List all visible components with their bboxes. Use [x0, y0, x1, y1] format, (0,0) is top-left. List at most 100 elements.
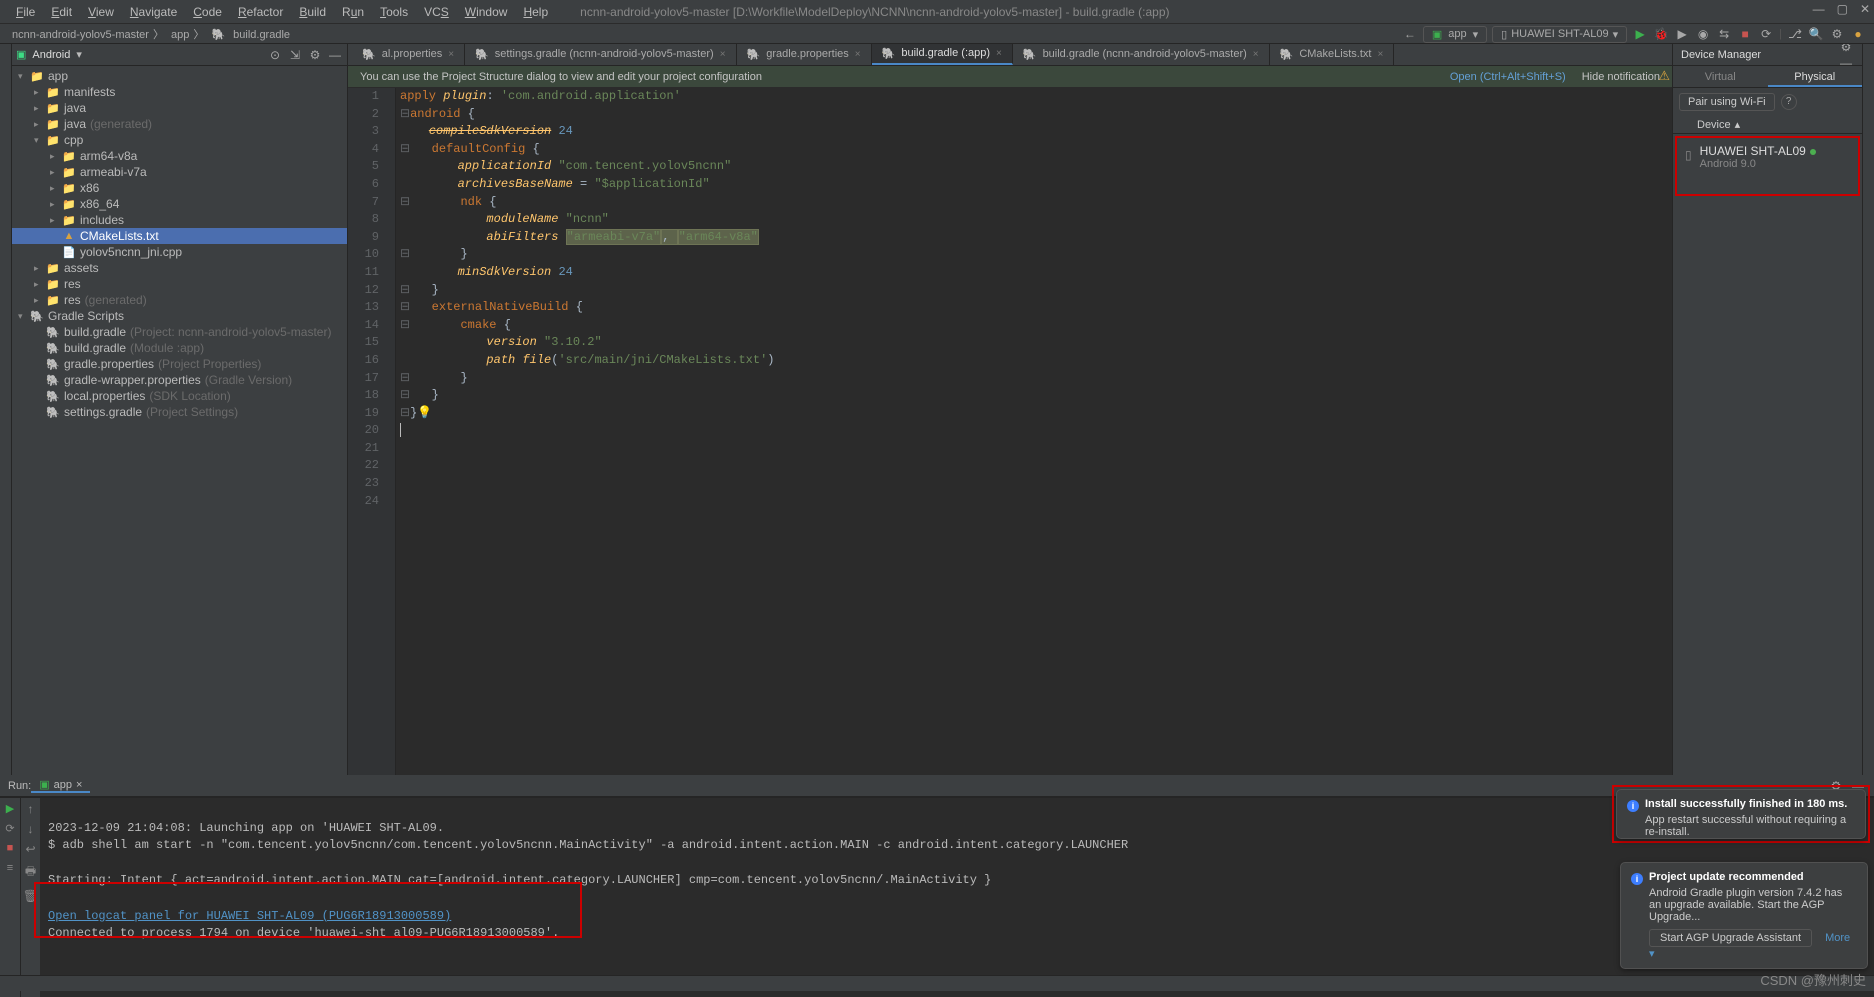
gear-icon[interactable]: ⚙: [307, 47, 323, 63]
hide-icon[interactable]: —: [327, 47, 343, 63]
menu-window[interactable]: Window: [457, 5, 516, 19]
rerun-icon[interactable]: ▶: [6, 802, 14, 816]
menu-build[interactable]: Build: [291, 5, 334, 19]
minimize-button[interactable]: —: [1813, 2, 1825, 16]
menu-run[interactable]: Run: [334, 5, 372, 19]
close-icon[interactable]: ×: [1377, 49, 1383, 60]
tree-row[interactable]: ▸📁java: [12, 100, 347, 116]
tree-row[interactable]: ▸📁armeabi-v7a: [12, 164, 347, 180]
restart-icon[interactable]: ⟳: [5, 822, 14, 836]
print-icon[interactable]: 🖶: [25, 862, 36, 883]
target-icon[interactable]: ⊙: [267, 47, 283, 63]
tree-row[interactable]: 🐘local.properties(SDK Location): [12, 388, 347, 404]
tree-row[interactable]: ▸📁arm64-v8a: [12, 148, 347, 164]
tree-row[interactable]: 🐘build.gradle(Module :app): [12, 340, 347, 356]
settings-icon[interactable]: ⚙: [1829, 26, 1845, 42]
tree-row[interactable]: ▾🐘Gradle Scripts: [12, 308, 347, 324]
search-icon[interactable]: 🔍: [1808, 26, 1824, 42]
device-entry[interactable]: ▯ HUAWEI SHT-AL09 Android 9.0: [1675, 136, 1860, 196]
debug-icon[interactable]: 🐞: [1653, 26, 1669, 42]
stop-icon[interactable]: ■: [1737, 26, 1753, 42]
tab-virtual[interactable]: Virtual: [1673, 66, 1768, 87]
infobar-open-link[interactable]: Open (Ctrl+Alt+Shift+S): [1450, 71, 1566, 83]
menu-code[interactable]: Code: [185, 5, 230, 19]
device-column-header[interactable]: Device: [1697, 119, 1731, 131]
down-icon[interactable]: ↓: [28, 822, 34, 836]
menu-navigate[interactable]: Navigate: [122, 5, 185, 19]
warning-icon[interactable]: ⚠: [1658, 68, 1670, 84]
back-icon[interactable]: ←: [1402, 26, 1418, 42]
menu-vcs[interactable]: VCS: [416, 5, 457, 19]
close-icon[interactable]: ×: [996, 48, 1002, 59]
close-window-button[interactable]: ✕: [1860, 2, 1870, 16]
tree-row[interactable]: ▸📁manifests: [12, 84, 347, 100]
sync-icon[interactable]: ⟳: [1758, 26, 1774, 42]
editor-tab[interactable]: 🐘gradle.properties×: [737, 43, 872, 65]
close-icon[interactable]: ×: [1253, 49, 1259, 60]
tree-row[interactable]: ▸📁x86_64: [12, 196, 347, 212]
coverage-icon[interactable]: ▶: [1674, 26, 1690, 42]
menu-edit[interactable]: Edit: [43, 5, 80, 19]
tree-row[interactable]: ▸📁includes: [12, 212, 347, 228]
trash-icon[interactable]: 🗑: [23, 889, 38, 903]
tree-row[interactable]: 🐘build.gradle(Project: ncnn-android-yolo…: [12, 324, 347, 340]
run-icon[interactable]: ▶: [1632, 26, 1648, 42]
close-icon[interactable]: ×: [448, 49, 454, 60]
editor-tab[interactable]: 🐘build.gradle (:app)×: [872, 43, 1013, 65]
menu-file[interactable]: File: [8, 5, 43, 19]
menu-view[interactable]: View: [80, 5, 122, 19]
pair-wifi-button[interactable]: Pair using Wi-Fi: [1679, 93, 1775, 111]
maximize-button[interactable]: ▢: [1837, 2, 1848, 16]
run-console[interactable]: 2023-12-09 21:04:08: Launching app on 'H…: [40, 798, 1874, 997]
tree-row[interactable]: ▸📁x86: [12, 180, 347, 196]
menu-refactor[interactable]: Refactor: [230, 5, 291, 19]
run-tab-app[interactable]: ▣ app ×: [31, 778, 90, 793]
tree-row[interactable]: ▲CMakeLists.txt: [12, 228, 347, 244]
run-config-selector[interactable]: ▣ app ▾: [1423, 26, 1487, 43]
code-content[interactable]: apply plugin: 'com.android.application'⊟…: [396, 88, 1672, 775]
project-view-label[interactable]: Android: [32, 49, 70, 61]
profile-icon[interactable]: ◉: [1695, 26, 1711, 42]
tree-row[interactable]: ▸📁res(generated): [12, 292, 347, 308]
close-icon[interactable]: ×: [855, 49, 861, 60]
close-icon[interactable]: ×: [720, 49, 726, 60]
attach-icon[interactable]: ⇆: [1716, 26, 1732, 42]
editor-tab[interactable]: 🐘settings.gradle (ncnn-android-yolov5-ma…: [465, 43, 736, 65]
tree-row[interactable]: ▸📁assets: [12, 260, 347, 276]
agp-upgrade-button[interactable]: Start AGP Upgrade Assistant: [1649, 929, 1812, 947]
vcs-icon[interactable]: ⎇: [1787, 26, 1803, 42]
help-icon[interactable]: ?: [1781, 94, 1797, 110]
editor-tab[interactable]: 🐘build.gradle (ncnn-android-yolov5-maste…: [1013, 43, 1270, 65]
tab-physical[interactable]: Physical: [1768, 66, 1863, 87]
tree-row[interactable]: 📄yolov5ncnn_jni.cpp: [12, 244, 347, 260]
project-tree[interactable]: ▾📁app▸📁manifests▸📁java▸📁java(generated)▾…: [12, 66, 347, 775]
tree-row[interactable]: 🐘gradle.properties(Project Properties): [12, 356, 347, 372]
sort-asc-icon[interactable]: ▴: [1735, 118, 1741, 131]
up-icon[interactable]: ↑: [28, 802, 34, 816]
wrap-icon[interactable]: ↩: [25, 842, 35, 856]
breadcrumb-file[interactable]: build.gradle: [233, 29, 290, 41]
editor-tab[interactable]: 🐘al.properties×: [352, 43, 465, 65]
tree-row[interactable]: 🐘settings.gradle(Project Settings): [12, 404, 347, 420]
tree-row[interactable]: ▾📁app: [12, 68, 347, 84]
breadcrumb-root[interactable]: ncnn-android-yolov5-master: [12, 29, 149, 41]
infobar-hide-link[interactable]: Hide notification: [1582, 71, 1660, 83]
user-icon[interactable]: ●: [1850, 26, 1866, 42]
code-editor[interactable]: 123456789101112131415161718192021222324 …: [348, 88, 1672, 775]
menu-tools[interactable]: Tools: [372, 5, 416, 19]
filter-icon[interactable]: ≡: [7, 862, 13, 876]
close-icon[interactable]: ×: [76, 779, 82, 791]
device-selector[interactable]: ▯ HUAWEI SHT-AL09 ▾: [1492, 26, 1627, 43]
tree-row[interactable]: 🐘gradle-wrapper.properties(Gradle Versio…: [12, 372, 347, 388]
tree-row[interactable]: ▸📁java(generated): [12, 116, 347, 132]
tree-row[interactable]: ▸📁res: [12, 276, 347, 292]
editor-tab[interactable]: 🐘CMakeLists.txt×: [1270, 43, 1395, 65]
logcat-link[interactable]: Open logcat panel for HUAWEI SHT-AL09 (P…: [48, 909, 451, 923]
tree-row[interactable]: ▾📁cpp: [12, 132, 347, 148]
menu-help[interactable]: Help: [515, 5, 556, 19]
expand-icon[interactable]: ⇲: [287, 47, 303, 63]
stop-icon[interactable]: ■: [7, 842, 14, 856]
breadcrumb-app[interactable]: app: [171, 29, 189, 41]
breadcrumb[interactable]: ncnn-android-yolov5-master〉 app〉 🐘build.…: [8, 26, 294, 42]
chevron-down-icon[interactable]: ▾: [76, 48, 82, 61]
